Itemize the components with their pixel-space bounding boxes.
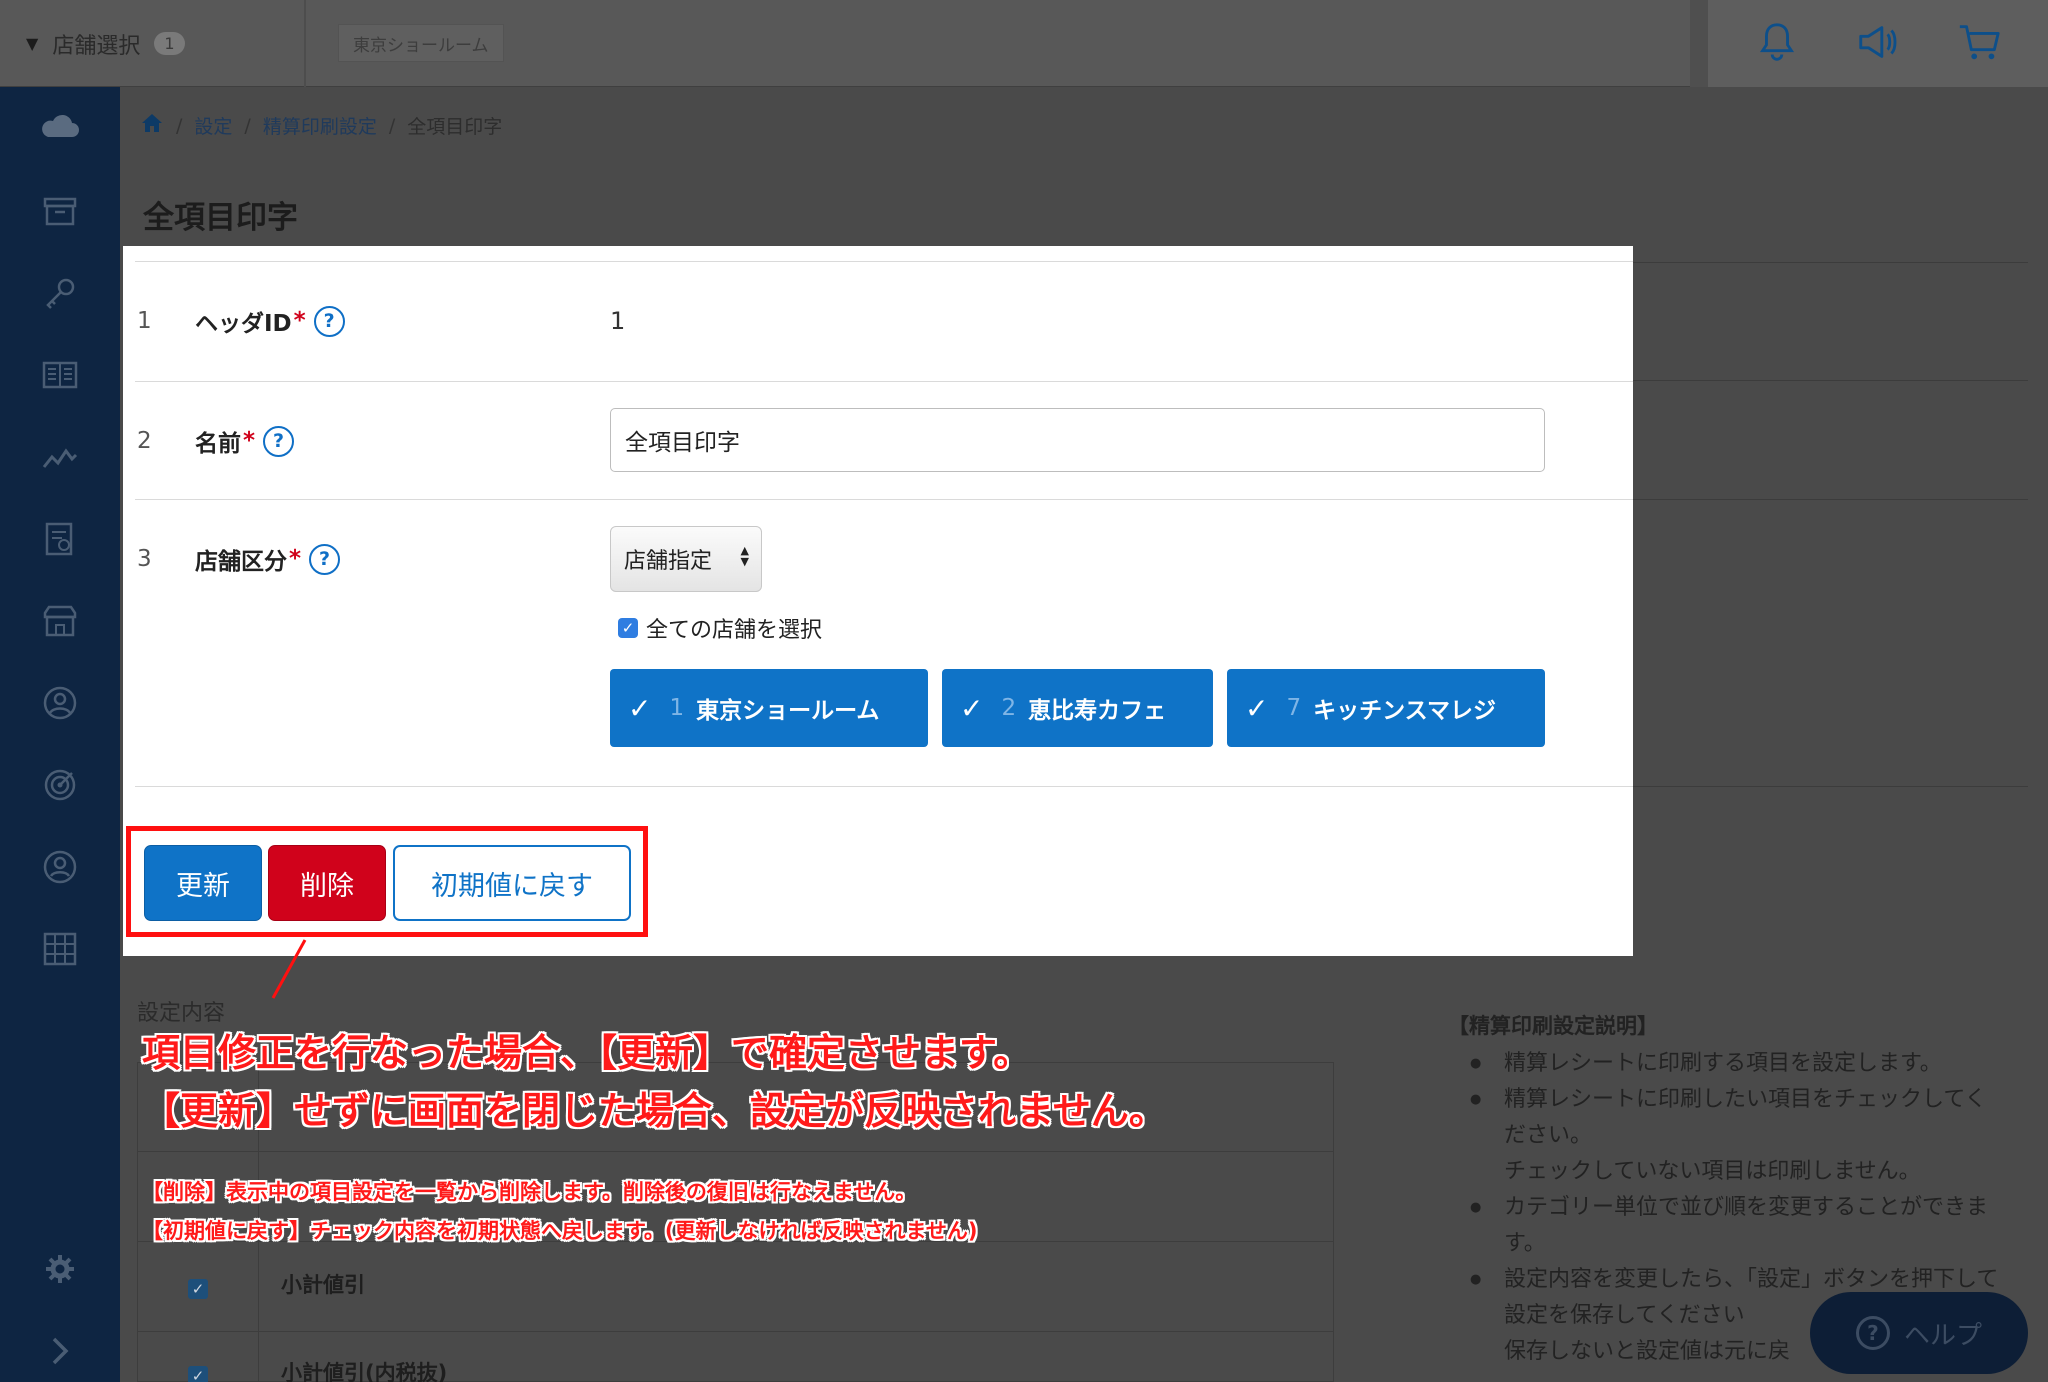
explanation-item: 精算レシートに印刷する項目を設定します。 xyxy=(1448,1046,2008,1082)
breadcrumb: / 設定 / 精算印刷設定 / 全項目印字 xyxy=(140,112,502,139)
required-mark: * xyxy=(293,308,306,334)
topbar-icon-group xyxy=(1708,0,2048,87)
key-icon[interactable] xyxy=(0,261,120,325)
header-id-value: 1 xyxy=(610,307,626,335)
breadcrumb-separator: / xyxy=(244,114,251,137)
expand-chevron-icon[interactable] xyxy=(0,1319,120,1382)
table-row xyxy=(138,1331,1333,1332)
caret-down-icon: ▼ xyxy=(26,34,39,53)
annotation-line-2: 【更新】せずに画面を閉じた場合、設定が反映されません。 xyxy=(142,1089,1167,1133)
cloud-icon[interactable] xyxy=(0,97,120,161)
store-name: キッチンスマレジ xyxy=(1313,698,1496,724)
topbar-divider xyxy=(1690,0,1708,87)
select-arrows-icon: ▲ ▼ xyxy=(740,544,749,568)
store-toggle-tokyo[interactable]: ✓ 1 東京ショールーム xyxy=(610,669,928,747)
row-number: 3 xyxy=(137,546,152,572)
store-number: 2 xyxy=(1001,695,1017,721)
analytics-icon[interactable] xyxy=(0,425,120,489)
page-title: 全項目印字 xyxy=(143,200,298,236)
check-icon: ✓ xyxy=(628,691,652,725)
report-icon[interactable] xyxy=(0,507,120,571)
required-mark: * xyxy=(243,428,256,454)
store-select-label: 店舗選択 xyxy=(52,33,141,59)
help-button[interactable]: ? ヘルプ xyxy=(1810,1292,2028,1374)
divider xyxy=(1633,786,2028,787)
annotation-highlight-box xyxy=(126,826,648,937)
store-count-badge: 1 xyxy=(154,32,185,55)
annotation-line-4: 【初期値に戻す】チェック内容を初期状態へ戻します。(更新しなければ反映されません… xyxy=(142,1219,978,1243)
book-icon[interactable] xyxy=(0,343,120,407)
select-value: 店舗指定 xyxy=(624,549,713,574)
annotation-line-1: 項目修正を行なった場合、【更新】で確定させます。 xyxy=(142,1031,1032,1075)
store-select-dropdown[interactable]: ▼ 店舗選択 1 xyxy=(0,0,306,87)
row-checkbox[interactable]: ✓ xyxy=(188,1279,208,1299)
breadcrumb-link-print-settings[interactable]: 精算印刷設定 xyxy=(263,112,377,139)
check-icon: ✓ xyxy=(1245,691,1269,725)
header-id-label: ヘッダID * ? xyxy=(195,304,345,338)
store-icon[interactable] xyxy=(0,589,120,653)
name-label: 名前 * ? xyxy=(195,424,295,458)
bell-icon[interactable] xyxy=(1754,19,1800,69)
divider xyxy=(1633,380,2028,381)
cart-icon[interactable] xyxy=(1956,19,2002,69)
settings-row-label: 小計値引 xyxy=(281,1273,365,1297)
settings-row-label: 小計値引(内税抜) xyxy=(281,1361,448,1382)
row-number: 1 xyxy=(137,308,152,334)
store-name: 東京ショールーム xyxy=(696,698,880,724)
help-question-icon[interactable]: ? xyxy=(313,305,345,337)
divider xyxy=(135,261,1633,262)
store-number: 7 xyxy=(1286,695,1302,721)
sidebar xyxy=(0,87,120,1382)
row-checkbox[interactable]: ✓ xyxy=(188,1366,208,1382)
explanation-title: 【精算印刷設定説明】 xyxy=(1448,1014,1658,1038)
top-bar: ▼ 店舗選択 1 東京ショールーム xyxy=(0,0,2048,87)
divider xyxy=(135,499,1633,500)
name-input[interactable] xyxy=(610,408,1545,472)
breadcrumb-link-settings[interactable]: 設定 xyxy=(194,112,232,139)
divider xyxy=(1633,499,2028,500)
megaphone-icon[interactable] xyxy=(1855,19,1901,69)
target-icon[interactable] xyxy=(0,753,120,817)
explanation-item: カテゴリー単位で並び順を変更することができます。 xyxy=(1448,1190,2008,1262)
check-icon: ✓ xyxy=(960,691,984,725)
help-question-icon[interactable]: ? xyxy=(263,425,295,457)
checkbox-checked-icon: ✓ xyxy=(618,618,638,638)
store-number: 1 xyxy=(669,695,685,721)
grid-icon[interactable] xyxy=(0,917,120,981)
current-store-chip[interactable]: 東京ショールーム xyxy=(338,24,504,62)
store-toggle-kitchen[interactable]: ✓ 7 キッチンスマレジ xyxy=(1227,669,1545,747)
help-question-icon[interactable]: ? xyxy=(309,543,341,575)
store-name: 恵比寿カフェ xyxy=(1028,698,1167,724)
store-toggle-ebisu[interactable]: ✓ 2 恵比寿カフェ xyxy=(942,669,1213,747)
divider xyxy=(1633,262,2028,263)
required-mark: * xyxy=(289,546,302,572)
user-icon[interactable] xyxy=(0,835,120,899)
archive-icon[interactable] xyxy=(0,179,120,243)
help-circle-icon: ? xyxy=(1855,1316,1890,1350)
field-label: ヘッダID xyxy=(195,311,292,337)
explanation-item: 精算レシートに印刷したい項目をチェックしてください。 チェックしていない項目は印… xyxy=(1448,1082,2008,1190)
store-category-label: 店舗区分 * ? xyxy=(195,542,341,576)
store-category-select[interactable]: 店舗指定 ▲ ▼ xyxy=(610,526,762,592)
breadcrumb-separator: / xyxy=(176,114,183,137)
annotation-line-3: 【削除】表示中の項目設定を一覧から削除します。削除後の復旧は行なえません。 xyxy=(142,1180,917,1204)
select-all-label: 全ての店舗を選択 xyxy=(646,618,823,643)
home-icon[interactable] xyxy=(140,112,164,139)
divider xyxy=(135,381,1633,382)
table-row xyxy=(138,1151,1333,1152)
breadcrumb-separator: / xyxy=(388,114,396,137)
field-label: 店舗区分 xyxy=(195,549,287,575)
divider xyxy=(135,786,1633,787)
row-number: 2 xyxy=(137,428,152,454)
help-button-label: ヘルプ xyxy=(1903,1320,1982,1351)
gear-icon[interactable] xyxy=(0,1237,120,1301)
field-label: 名前 xyxy=(195,431,241,457)
select-all-stores-checkbox[interactable]: ✓ 全ての店舗を選択 xyxy=(618,612,822,644)
breadcrumb-current: 全項目印字 xyxy=(407,116,503,138)
customer-icon[interactable] xyxy=(0,671,120,735)
